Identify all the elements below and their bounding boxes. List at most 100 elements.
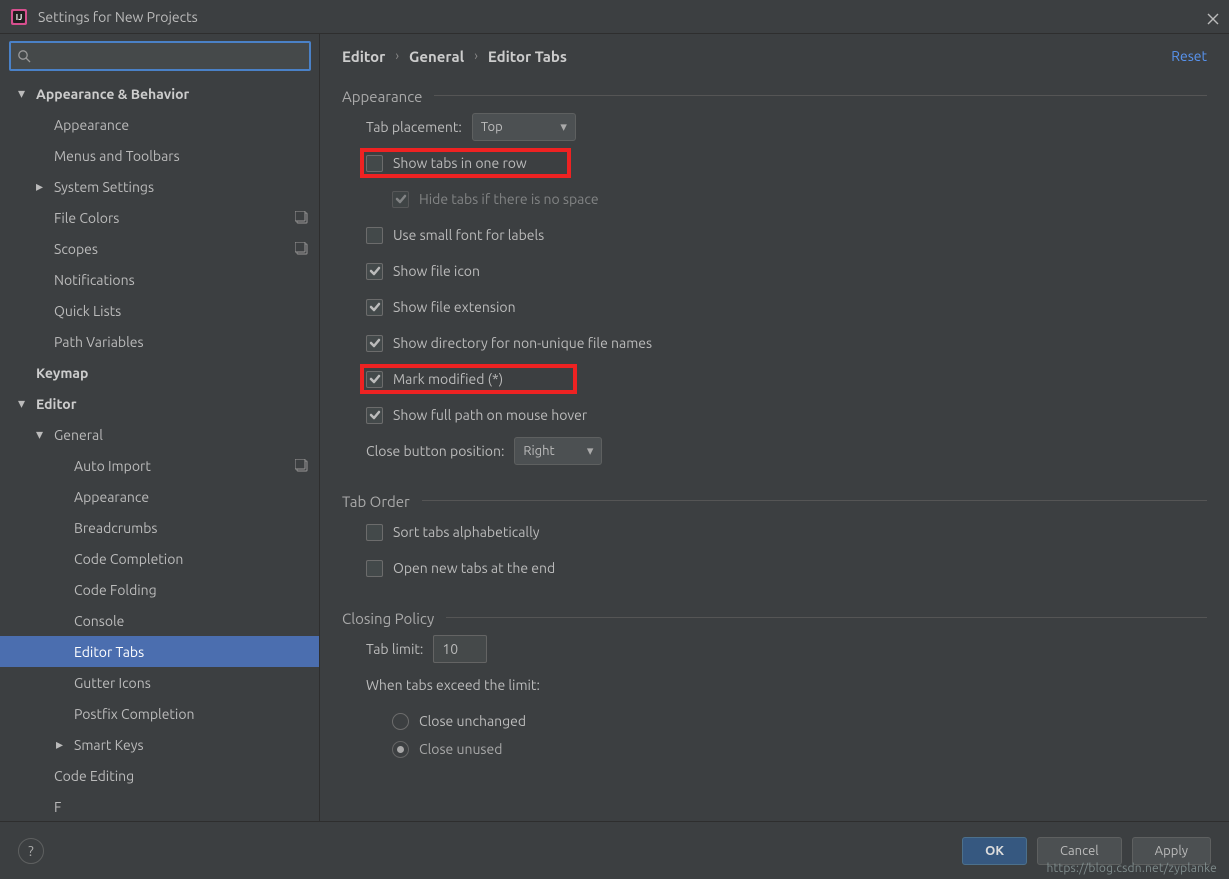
chevron-down-icon: ▾ [18,395,30,412]
tab-placement-label: Tab placement: [366,119,462,135]
breadcrumb: Editor › General › Editor Tabs [342,48,1171,65]
sidebar-item-label: Code Editing [54,768,134,784]
sidebar-item-label: Appearance & Behavior [36,86,189,102]
sidebar-item-editor[interactable]: ▾ Editor [0,388,319,419]
hide-no-space-label: Hide tabs if there is no space [419,191,599,207]
sidebar-item-label: Path Variables [54,334,144,350]
tab-limit-input[interactable] [433,635,487,663]
reset-link[interactable]: Reset [1171,48,1207,64]
sidebar-item-postfix-completion[interactable]: Postfix Completion [0,698,319,729]
exceed-label: When tabs exceed the limit: [366,677,540,693]
close-btn-select[interactable]: Right ▾ [514,437,602,465]
close-icon[interactable] [1207,11,1219,23]
sidebar-item-f[interactable]: F [0,791,319,821]
sidebar-item-appearance-behavior[interactable]: ▾Appearance & Behavior [0,78,319,109]
close-btn-row: Close button position: Right ▾ [342,433,1207,469]
sidebar-item-label: Code Folding [74,582,157,598]
sidebar-item-breadcrumbs[interactable]: Breadcrumbs [0,512,319,543]
svg-text:IJ: IJ [16,13,23,22]
sidebar-item-code-editing[interactable]: Code Editing [0,760,319,791]
crumb-editor[interactable]: Editor [342,48,385,65]
close-unused-radio[interactable] [392,741,409,758]
apply-button[interactable]: Apply [1132,837,1211,865]
open-end-label: Open new tabs at the end [393,560,555,576]
sidebar-item-code-folding[interactable]: Code Folding [0,574,319,605]
sort-alpha-label: Sort tabs alphabetically [393,524,539,540]
settings-scroll[interactable]: Appearance Tab placement: Top ▾ Show tab… [320,78,1229,821]
sidebar-item-file-colors[interactable]: File Colors [0,202,319,233]
sidebar-item-label: Menus and Toolbars [54,148,180,164]
tab-placement-row: Tab placement: Top ▾ [342,109,1207,145]
sidebar-item-auto-import[interactable]: Auto Import [0,450,319,481]
mark-modified-checkbox[interactable] [366,371,383,388]
search-input[interactable] [9,41,311,71]
close-unused-label: Close unused [419,741,502,757]
crumb-general[interactable]: General [409,48,464,65]
sidebar-item-label: Quick Lists [54,303,121,319]
chevron-down-icon: ▾ [560,120,567,135]
sidebar-item-system-settings[interactable]: ▸System Settings [0,171,319,202]
title-bar: IJ Settings for New Projects [0,0,1229,34]
sidebar-item-code-completion[interactable]: Code Completion [0,543,319,574]
file-icon-label: Show file icon [393,263,480,279]
file-icon-checkbox[interactable] [366,263,383,280]
sidebar-item-path-variables[interactable]: Path Variables [0,326,319,357]
close-btn-label: Close button position: [366,443,504,459]
section-appearance: Appearance [342,78,1207,109]
sidebar-item-label: Smart Keys [74,737,144,753]
sidebar-item-gutter-icons[interactable]: Gutter Icons [0,667,319,698]
window-title: Settings for New Projects [38,9,1207,25]
close-unchanged-radio[interactable] [392,713,409,730]
sidebar-item-keymap[interactable]: Keymap [0,357,319,388]
help-button[interactable]: ? [18,838,44,864]
hide-no-space-checkbox [392,191,409,208]
watermark-text: https://blog.csdn.net/zyplanke [1046,862,1217,875]
sidebar-item-label: Breadcrumbs [74,520,157,536]
dialog-footer: ? OK Cancel Apply [0,821,1229,879]
sidebar-item-appearance[interactable]: Appearance [0,481,319,512]
sidebar-item-scopes[interactable]: Scopes [0,233,319,264]
chevron-right-icon: ▸ [56,736,68,753]
cancel-button[interactable]: Cancel [1037,837,1122,865]
sidebar-item-smart-keys[interactable]: ▸ Smart Keys [0,729,319,760]
ok-button[interactable]: OK [962,837,1027,865]
chevron-down-icon: ▾ [587,444,594,459]
section-tab-order: Tab Order [342,483,1207,514]
sidebar-item-label: File Colors [54,210,119,226]
hide-no-space-row: Hide tabs if there is no space [342,181,1207,217]
show-one-row-checkbox[interactable] [366,155,383,172]
sort-alpha-checkbox[interactable] [366,524,383,541]
small-font-label: Use small font for labels [393,227,544,243]
sidebar-item-general[interactable]: ▾General [0,419,319,450]
sidebar-item-quick-lists[interactable]: Quick Lists [0,295,319,326]
sidebar-item-label: Keymap [36,365,88,381]
chevron-right-icon: › [474,49,478,63]
dir-nonunique-checkbox[interactable] [366,335,383,352]
sidebar-item-menus-and-toolbars[interactable]: Menus and Toolbars [0,140,319,171]
project-scope-icon [295,211,309,225]
sidebar-item-label: Editor Tabs [74,644,144,660]
sidebar-item-label: Appearance [74,489,149,505]
sidebar-item-label: Editor [36,396,76,412]
settings-tree[interactable]: ▾Appearance & BehaviorAppearanceMenus an… [0,78,319,821]
file-ext-label: Show file extension [393,299,516,315]
tab-placement-value: Top [481,120,503,134]
chevron-down-icon: ▾ [36,426,48,443]
full-path-hover-checkbox[interactable] [366,407,383,424]
sidebar-item-notifications[interactable]: Notifications [0,264,319,295]
sidebar-item-console[interactable]: Console [0,605,319,636]
tab-limit-row: Tab limit: [342,631,1207,667]
sidebar-item-appearance[interactable]: Appearance [0,109,319,140]
tab-placement-select[interactable]: Top ▾ [472,113,576,141]
small-font-checkbox[interactable] [366,227,383,244]
sidebar-item-editor-tabs[interactable]: Editor Tabs [0,636,319,667]
project-scope-icon [295,459,309,473]
open-end-checkbox[interactable] [366,560,383,577]
sidebar-item-label: Postfix Completion [74,706,195,722]
file-ext-checkbox[interactable] [366,299,383,316]
search-icon [17,49,31,63]
section-closing-policy: Closing Policy [342,600,1207,631]
sidebar-item-label: Console [74,613,124,629]
sidebar-item-label: F [54,799,61,815]
search-field[interactable] [35,49,303,63]
